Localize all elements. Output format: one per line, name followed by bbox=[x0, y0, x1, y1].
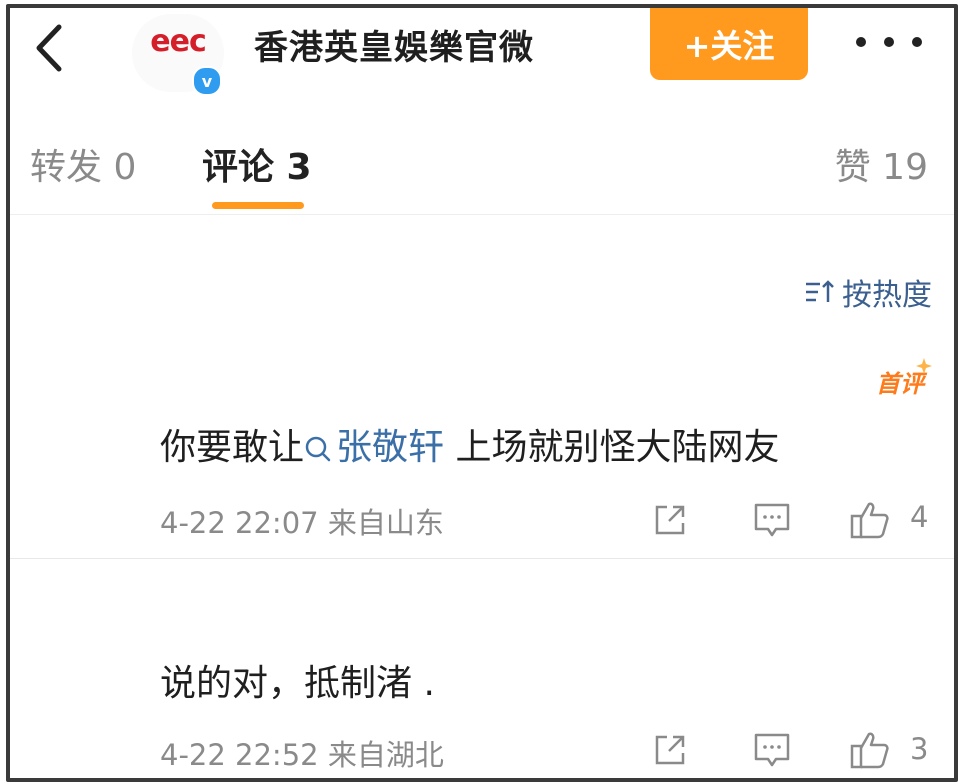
chevron-left-icon bbox=[36, 24, 62, 72]
comment-text: 你要敢让 张敬轩 上场就别怪大陆网友 bbox=[160, 418, 779, 470]
verified-badge-icon: v bbox=[192, 66, 222, 96]
share-icon bbox=[655, 735, 685, 765]
comment-item: 首评 你要敢让 张敬轩 上场就别怪大陆网友 4-22 22:07 来自山东 4 bbox=[10, 358, 954, 559]
share-icon bbox=[655, 505, 685, 535]
app-frame: eec v 香港英皇娛樂官微 +关注 转发 0 评论 3 赞 19 按热度 首评 bbox=[6, 4, 958, 782]
like-count: 4 bbox=[910, 500, 929, 534]
share-button[interactable] bbox=[648, 728, 692, 772]
comment-icon bbox=[754, 503, 790, 537]
reply-button[interactable] bbox=[750, 728, 794, 772]
sort-label: 按热度 bbox=[842, 278, 932, 313]
like-button[interactable] bbox=[848, 498, 892, 542]
header: eec v 香港英皇娛樂官微 +关注 bbox=[10, 8, 954, 100]
like-count: 3 bbox=[910, 732, 929, 766]
comment-item: 说的对，抵制渚 . 4-22 22:52 来自湖北 3 bbox=[10, 558, 954, 778]
thumbs-up-icon bbox=[850, 502, 889, 539]
more-dots-icon bbox=[856, 37, 866, 47]
avatar[interactable]: eec v bbox=[128, 14, 228, 96]
share-button[interactable] bbox=[648, 498, 692, 542]
tab-bar: 转发 0 评论 3 赞 19 bbox=[10, 128, 954, 215]
sort-icon bbox=[806, 280, 834, 302]
search-icon bbox=[305, 436, 331, 462]
more-options-button[interactable] bbox=[856, 22, 922, 62]
back-button[interactable] bbox=[28, 18, 68, 78]
reply-button[interactable] bbox=[750, 498, 794, 542]
comment-meta: 4-22 22:07 来自山东 bbox=[160, 506, 444, 540]
tab-repost[interactable]: 转发 0 bbox=[30, 138, 136, 190]
comment-icon bbox=[754, 733, 790, 767]
comment-text-before: 你要敢让 bbox=[160, 427, 305, 468]
tab-comments[interactable]: 评论 3 bbox=[202, 138, 312, 190]
tab-likes[interactable]: 赞 19 bbox=[835, 138, 928, 190]
sort-button[interactable]: 按热度 bbox=[804, 270, 932, 314]
comment-text-after: 上场就别怪大陆网友 bbox=[444, 427, 780, 468]
comment-text: 说的对，抵制渚 . bbox=[160, 663, 435, 704]
like-button[interactable] bbox=[848, 728, 892, 772]
account-name[interactable]: 香港英皇娛樂官微 bbox=[254, 20, 534, 69]
mention-link[interactable]: 张敬轩 bbox=[304, 427, 444, 468]
more-dots-icon bbox=[912, 37, 922, 47]
mention-name: 张敬轩 bbox=[336, 427, 445, 468]
more-dots-icon bbox=[884, 37, 894, 47]
thumbs-up-icon bbox=[850, 732, 889, 769]
comment-meta: 4-22 22:52 来自湖北 bbox=[160, 738, 444, 772]
sparkle-icon bbox=[916, 358, 932, 374]
brand-logo: eec bbox=[150, 24, 206, 59]
active-tab-indicator bbox=[212, 202, 304, 209]
follow-button[interactable]: +关注 bbox=[650, 8, 808, 80]
